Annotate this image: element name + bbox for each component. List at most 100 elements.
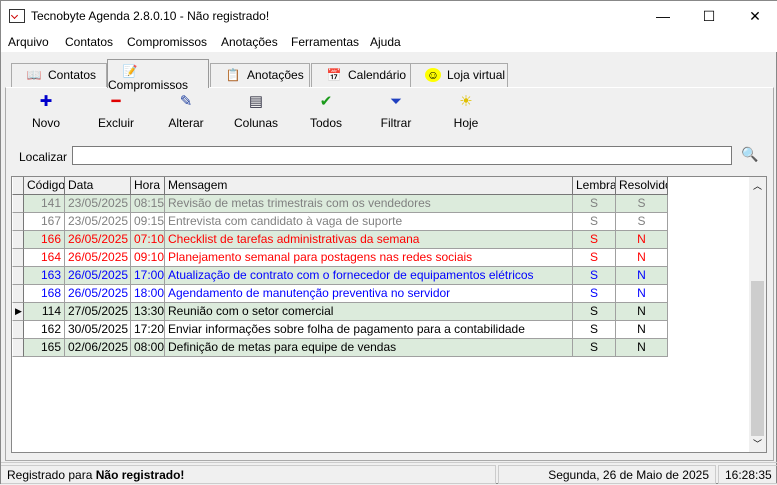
cell-col6: N (616, 267, 668, 285)
table-row[interactable]: 141 23/05/2025 08:15 Revisão de metas trime… (12, 195, 668, 213)
table-row[interactable]: 168 26/05/2025 18:00 Agendamento de manuten… (12, 285, 668, 303)
toolbar-button-filtrar[interactable]: ⏷ Filtrar (366, 93, 426, 130)
table-row[interactable]: 165 02/06/2025 08:00 Definição de metas par… (12, 339, 668, 357)
row-indicator[interactable]: ▶ (12, 303, 24, 321)
search-icon[interactable]: 🔍 (741, 146, 758, 163)
tab-icon: 📅 (326, 68, 342, 82)
cell-col6: S (616, 195, 668, 213)
status-time: 16:28:35 (718, 465, 777, 484)
search-label: Localizar (19, 150, 68, 164)
novo-icon: ✚ (39, 93, 53, 110)
toolbar-button-novo[interactable]: ✚ Novo (16, 93, 76, 130)
cell-col5: S (573, 285, 616, 303)
cell-col3: 17:00 (131, 267, 165, 285)
menu-4[interactable]: Ferramentas (291, 35, 359, 49)
window-title: Tecnobyte Agenda 2.8.0.10 - Não registra… (31, 9, 270, 23)
row-indicator[interactable] (12, 195, 24, 213)
cell-col3: 17:20 (131, 321, 165, 339)
row-indicator[interactable] (12, 249, 24, 267)
scrollbar-thumb[interactable] (751, 281, 764, 436)
cell-col3: 08:00 (131, 339, 165, 357)
table-row[interactable]: 166 26/05/2025 07:10 Checklist de tarefas a… (12, 231, 668, 249)
cell-col6: N (616, 231, 668, 249)
title-bar: Tecnobyte Agenda 2.8.0.10 - Não registra… (1, 1, 777, 32)
cell-col1: 166 (24, 231, 65, 249)
toolbar-button-hoje[interactable]: ☀ Hoje (436, 93, 496, 130)
excluir-icon: ━ (111, 93, 121, 110)
menu-1[interactable]: Contatos (65, 35, 113, 49)
toolbar-button-excluir[interactable]: ━ Excluir (86, 93, 146, 130)
tab-2[interactable]: 📋 Anotações (210, 63, 310, 87)
toolbar-label: Alterar (168, 116, 204, 130)
minimize-button[interactable]: — (640, 1, 686, 32)
tab-0[interactable]: 📖 Contatos (11, 63, 107, 87)
row-indicator[interactable] (12, 339, 24, 357)
tab-label: Anotações (247, 68, 304, 82)
cell-col3: 08:15 (131, 195, 165, 213)
table-row[interactable]: 164 26/05/2025 09:10 Planejamento semanal p… (12, 249, 668, 267)
menu-bar: Arquivo Contatos Compromissos Anotações Ferr… (1, 32, 777, 52)
tab-label: Loja virtual (447, 68, 506, 82)
toolbar-button-alterar[interactable]: ✎ Alterar (156, 93, 216, 130)
cell-col2: 26/05/2025 (65, 231, 131, 249)
cell-col6: N (616, 285, 668, 303)
cell-header: Hora (131, 177, 165, 195)
table-row[interactable]: 163 26/05/2025 17:00 Atualização de contrat… (12, 267, 668, 285)
todos-icon: ✔ (319, 93, 333, 110)
registered-value: Não registrado! (95, 468, 185, 482)
cell-col1: 165 (24, 339, 65, 357)
cell-col4: Agendamento de manutenção preventiva no … (165, 285, 573, 303)
cell-col4: Enviar informações sobre folha de pagame… (165, 321, 573, 339)
tab-icon: ☺ (425, 68, 441, 82)
row-indicator[interactable] (12, 267, 24, 285)
cell-header: Lembrar (573, 177, 616, 195)
menu-3[interactable]: Anotações (221, 35, 278, 49)
cell-col2: 26/05/2025 (65, 267, 131, 285)
cell-col4: Definição de metas para equipe de vendas (165, 339, 573, 357)
cell-col4: Checklist de tarefas administrativas da … (165, 231, 573, 249)
cell-col3: 09:15 (131, 213, 165, 231)
cell-col4: Atualização de contrato com o fornecedor… (165, 267, 573, 285)
row-indicator[interactable] (12, 177, 24, 195)
toolbar-label: Hoje (453, 116, 479, 130)
toolbar-button-todos[interactable]: ✔ Todos (296, 93, 356, 130)
cell-col5: S (573, 339, 616, 357)
table-row[interactable]: ▶ 114 27/05/2025 13:30 Reunião com o setor c… (12, 303, 668, 321)
tab-icon: 📋 (225, 68, 241, 82)
tab-label: Compromissos (108, 78, 189, 92)
cell-col2: 23/05/2025 (65, 195, 131, 213)
search-input[interactable] (72, 146, 732, 165)
cell-col1: 168 (24, 285, 65, 303)
toolbar-button-colunas[interactable]: ▤ Colunas (226, 93, 286, 130)
tab-4[interactable]: ☺ Loja virtual (410, 63, 508, 87)
status-registration: Registrado para Não registrado! (1, 465, 496, 484)
grid-header[interactable]: CódigoDataHoraMensagemLembrarResolvido (12, 177, 668, 195)
table-row[interactable]: 167 23/05/2025 09:15 Entrevista com candida… (12, 213, 668, 231)
cell-col5: S (573, 303, 616, 321)
row-indicator[interactable] (12, 231, 24, 249)
scroll-up-icon[interactable]: ︿ (753, 179, 762, 192)
menu-0[interactable]: Arquivo (8, 35, 49, 49)
tab-1[interactable]: 📝Compromissos (107, 59, 209, 92)
row-indicator[interactable] (12, 285, 24, 303)
close-button[interactable]: ✕ (732, 1, 777, 32)
menu-2[interactable]: Compromissos (127, 35, 207, 49)
cell-col2: 23/05/2025 (65, 213, 131, 231)
scroll-down-icon[interactable]: ﹀ (753, 437, 762, 450)
cell-col2: 26/05/2025 (65, 285, 131, 303)
toolbar-label: Colunas (233, 116, 279, 130)
cell-header: Data (65, 177, 131, 195)
cell-col1: 164 (24, 249, 65, 267)
toolbar-label: Novo (31, 116, 60, 130)
tab-3[interactable]: 📅 Calendário (311, 63, 411, 87)
menu-5[interactable]: Ajuda (370, 35, 401, 49)
row-indicator[interactable] (12, 213, 24, 231)
cell-col2: 26/05/2025 (65, 249, 131, 267)
row-indicator[interactable] (12, 321, 24, 339)
hoje-icon: ☀ (459, 93, 473, 110)
toolbar-label: Filtrar (380, 116, 412, 130)
cell-col6: N (616, 321, 668, 339)
table-row[interactable]: 162 30/05/2025 17:20 Enviar informações sob… (12, 321, 668, 339)
cell-col2: 02/06/2025 (65, 339, 131, 357)
maximize-button[interactable]: ☐ (686, 1, 732, 32)
